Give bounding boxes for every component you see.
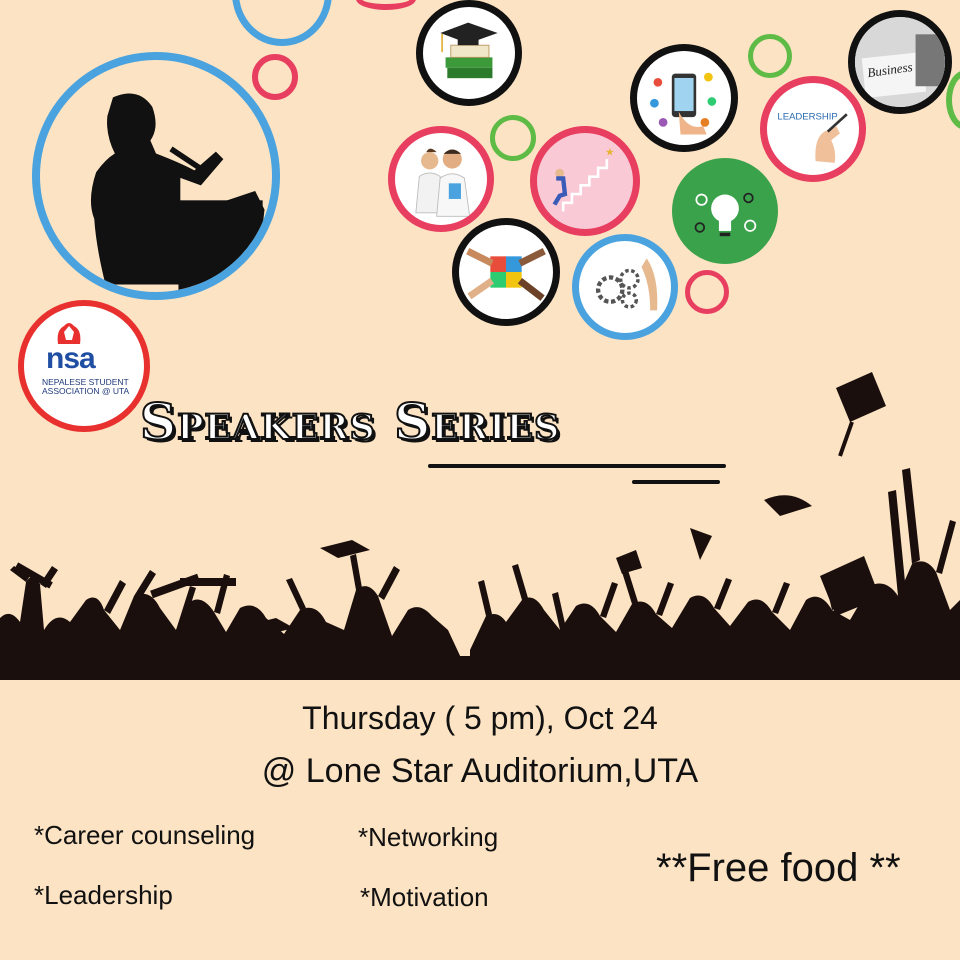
flying-cap-icon [836,372,886,422]
topic-networking: *Networking [358,822,499,852]
graduates-silhouette [0,372,960,680]
event-venue: @ Lone Star Auditorium,UTA [261,752,699,790]
leadership-label: LEADERSHIP [777,111,837,122]
gear-icon [595,258,658,311]
mobile-apps-bubble [630,44,738,152]
newspaper-icon: Business [855,17,945,107]
ring-decoration [232,0,332,46]
flying-cap-icon [764,495,812,516]
doctor-icon [415,148,471,217]
speaker-bubble [32,52,280,300]
svg-text:★: ★ [605,147,614,159]
puzzle-hands-icon [466,247,546,301]
lightbulb-icon [694,192,757,237]
leadership-bubble: LEADERSHIP [760,76,866,182]
event-poster: Business LEADERSHIP ★ nsa NEPALESE STUDE… [0,0,960,960]
ring-decoration [490,115,536,161]
gears-bubble [572,234,678,340]
graduation-books-bubble [416,0,522,106]
speaker-silhouette-icon [90,93,265,292]
stairs-icon: ★ [552,147,614,212]
event-date: Thursday ( 5 pm), Oct 24 [302,700,658,736]
topic-career-counseling: *Career counseling [34,820,256,850]
ring-decoration [685,270,729,314]
flying-cap-icon [690,528,712,560]
idea-bubble [672,158,778,264]
graduation-cap-icon [320,540,370,558]
ring-decoration [356,0,416,10]
ring-decoration [748,34,792,78]
smartphone-icon [650,72,717,135]
stairs-progress-bubble: ★ [530,126,640,236]
free-food-note: **Free food ** [656,846,901,890]
topic-leadership: *Leadership [34,880,173,910]
business-news-bubble: Business [848,10,952,114]
flying-cap-icon [616,550,642,574]
graduation-cap-icon [440,22,498,79]
writing-hand-icon: LEADERSHIP [777,111,848,163]
doctors-bubble [388,126,494,232]
teamwork-bubble [452,218,560,326]
topic-motivation: *Motivation [360,882,489,912]
